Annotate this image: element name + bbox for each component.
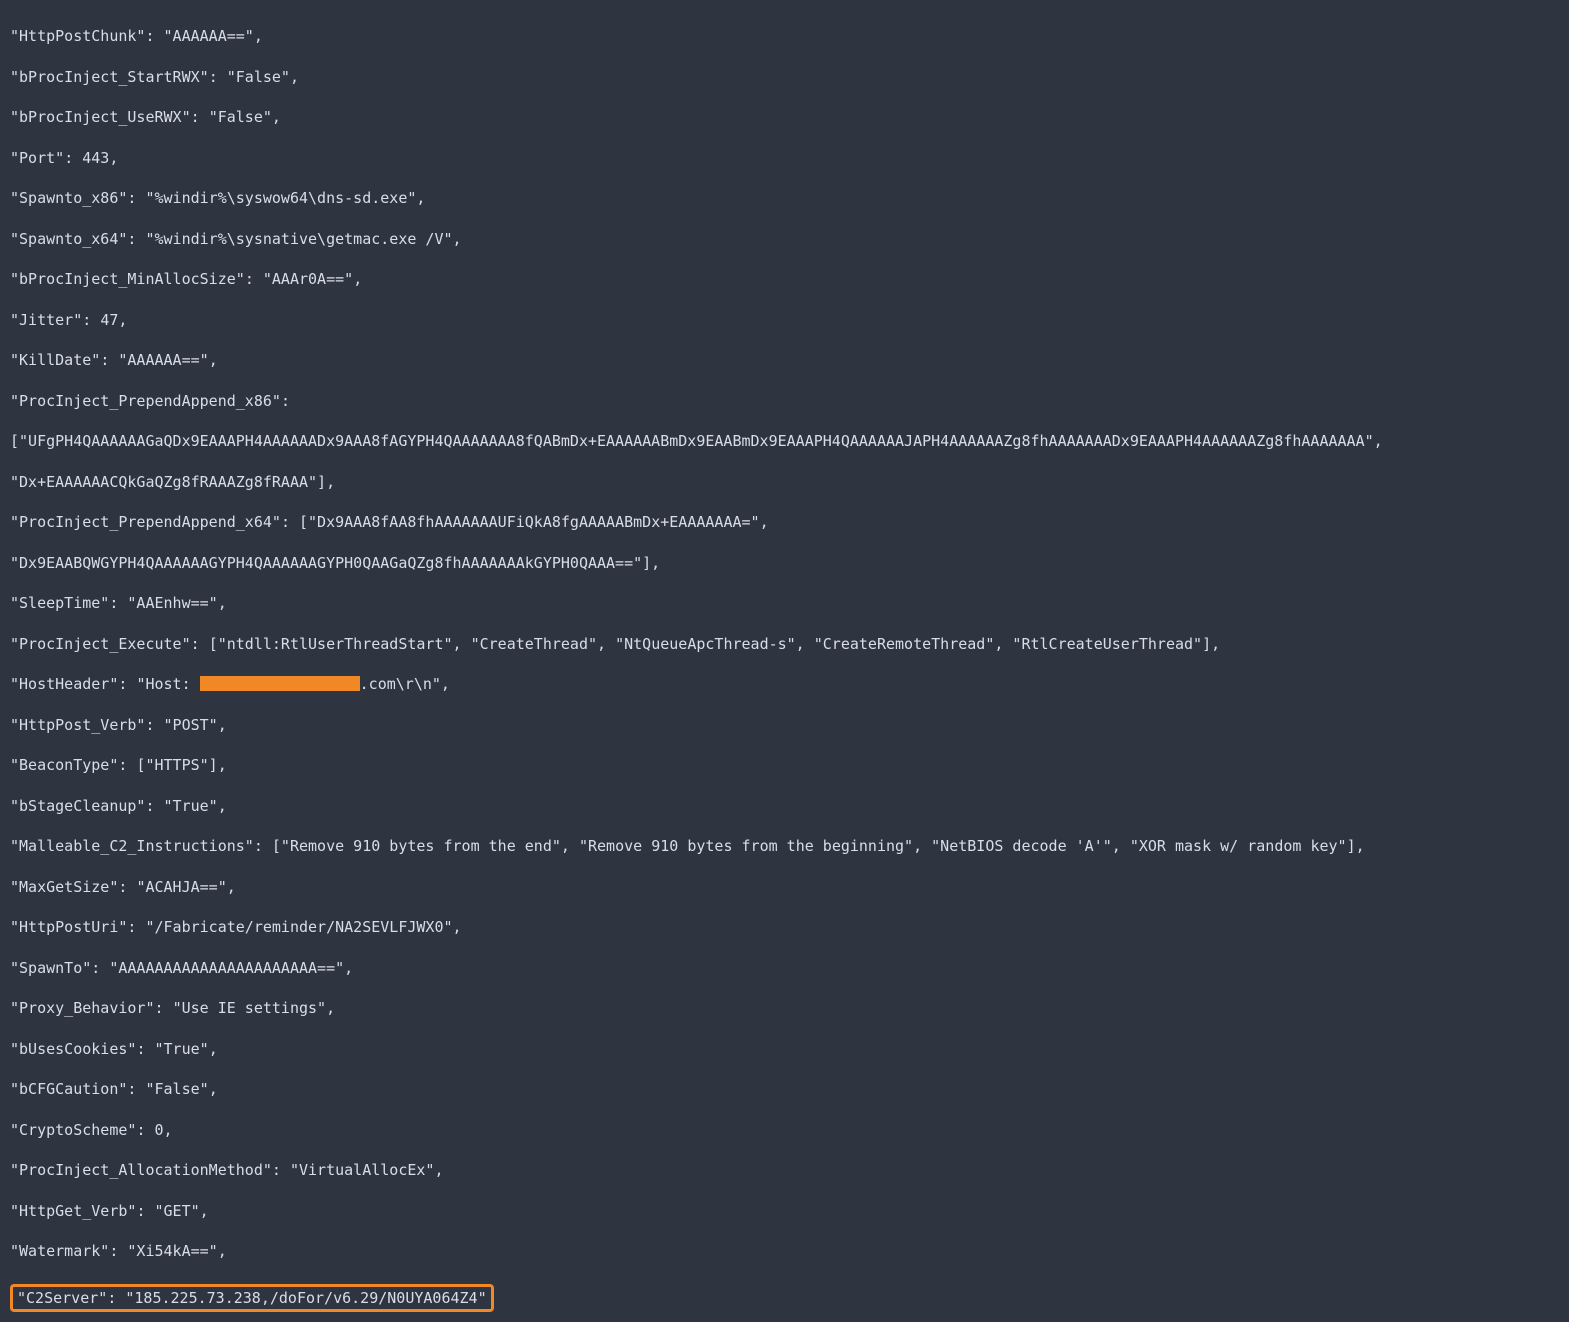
key: "Spawnto_x86": [10, 189, 127, 207]
key: "MaxGetSize": [10, 878, 118, 896]
config-line: "ProcInject_PrependAppend_x64": ["Dx9AAA…: [10, 512, 1559, 532]
config-line: "KillDate": "AAAAAA==",: [10, 350, 1559, 370]
config-line: "HostHeader": "Host: .com\r\n",: [10, 674, 1559, 694]
key: "Spawnto_x64": [10, 230, 127, 248]
key: "bProcInject_UseRWX": [10, 108, 191, 126]
value: "True": [155, 1040, 209, 1058]
key: "bCFGCaution": [10, 1080, 127, 1098]
config-line: "ProcInject_PrependAppend_x86":: [10, 391, 1559, 411]
config-line: ["UFgPH4QAAAAAAGaQDx9EAAAPH4AAAAAADx9AAA…: [10, 431, 1559, 451]
value: ["ntdll:RtlUserThreadStart", "CreateThre…: [209, 635, 1220, 653]
value: "Dx+EAAAAAACQkGaQZg8fRAAAZg8fRAAA"],: [10, 473, 335, 491]
config-line: "HttpPostUri": "/Fabricate/reminder/NA2S…: [10, 917, 1559, 937]
key: "HttpPostUri": [10, 918, 127, 936]
key: "Jitter": [10, 311, 82, 329]
value: "VirtualAllocEx": [290, 1161, 435, 1179]
key: "bStageCleanup": [10, 797, 145, 815]
highlight-box: "C2Server": "185.225.73.238,/doFor/v6.29…: [10, 1284, 494, 1312]
key: "HostHeader": [10, 675, 118, 693]
config-line: "bCFGCaution": "False",: [10, 1079, 1559, 1099]
key: "HttpPost_Verb": [10, 716, 145, 734]
config-line: "Spawnto_x86": "%windir%\syswow64\dns-sd…: [10, 188, 1559, 208]
key: "SpawnTo": [10, 959, 91, 977]
config-line: "Dx9EAABQWGYPH4QAAAAAAGYPH4QAAAAAAGYPH0Q…: [10, 553, 1559, 573]
value: "185.225.73.238,/doFor/v6.29/N0UYA064Z4": [125, 1289, 486, 1307]
key: "HttpPostChunk": [10, 27, 145, 45]
value: "False": [145, 1080, 208, 1098]
value: ["Dx9AAA8fAA8fhAAAAAAAUFiQkA8fgAAAAABmDx…: [299, 513, 769, 531]
key: "bProcInject_MinAllocSize": [10, 270, 245, 288]
value: 0: [155, 1121, 164, 1139]
config-line: "Watermark": "Xi54kA==",: [10, 1241, 1559, 1261]
config-line: "SleepTime": "AAEnhw==",: [10, 593, 1559, 613]
key: "CryptoScheme": [10, 1121, 136, 1139]
value: "Dx9EAABQWGYPH4QAAAAAAGYPH4QAAAAAAGYPH0Q…: [10, 554, 660, 572]
key: "C2Server": [17, 1289, 107, 1307]
value: "POST": [164, 716, 218, 734]
key: "ProcInject_PrependAppend_x64": [10, 513, 281, 531]
config-line: "Port": 443,: [10, 148, 1559, 168]
value: "/Fabricate/reminder/NA2SEVLFJWX0": [145, 918, 452, 936]
value: "AAAAAA==": [164, 27, 254, 45]
config-line: "Jitter": 47,: [10, 310, 1559, 330]
config-line: "CryptoScheme": 0,: [10, 1120, 1559, 1140]
value: "Xi54kA==": [127, 1242, 217, 1260]
key: "ProcInject_AllocationMethod": [10, 1161, 272, 1179]
key: "bUsesCookies": [10, 1040, 136, 1058]
value: "AAEnhw==": [127, 594, 217, 612]
key: "Malleable_C2_Instructions": [10, 837, 254, 855]
value: ["UFgPH4QAAAAAAGaQDx9EAAAPH4AAAAAADx9AAA…: [10, 432, 1383, 450]
config-line: "HttpPost_Verb": "POST",: [10, 715, 1559, 735]
value-suffix: .com\r\n",: [360, 675, 450, 693]
value: 443: [82, 149, 109, 167]
key: "Proxy_Behavior": [10, 999, 155, 1017]
config-line: "Dx+EAAAAAACQkGaQZg8fRAAAZg8fRAAA"],: [10, 472, 1559, 492]
config-line: "bUsesCookies": "True",: [10, 1039, 1559, 1059]
config-line: "SpawnTo": "AAAAAAAAAAAAAAAAAAAAAA==",: [10, 958, 1559, 978]
value: "AAAAAAAAAAAAAAAAAAAAAA==": [109, 959, 344, 977]
value: "Use IE settings": [173, 999, 327, 1017]
key: "ProcInject_Execute": [10, 635, 191, 653]
config-line: "ProcInject_Execute": ["ntdll:RtlUserThr…: [10, 634, 1559, 654]
value: "AAAAAA==": [118, 351, 208, 369]
value: 47: [100, 311, 118, 329]
value: "False": [209, 108, 272, 126]
config-line: "BeaconType": ["HTTPS"],: [10, 755, 1559, 775]
config-line: "bStageCleanup": "True",: [10, 796, 1559, 816]
key: "SleepTime": [10, 594, 109, 612]
code-block: "HttpPostChunk": "AAAAAA==", "bProcInjec…: [0, 0, 1569, 1322]
value: "%windir%\sysnative\getmac.exe /V": [145, 230, 452, 248]
value-prefix: "Host:: [136, 675, 199, 693]
config-line: "ProcInject_AllocationMethod": "VirtualA…: [10, 1160, 1559, 1180]
config-line: "Proxy_Behavior": "Use IE settings",: [10, 998, 1559, 1018]
value: ["Remove 910 bytes from the end", "Remov…: [272, 837, 1365, 855]
key: "BeaconType": [10, 756, 118, 774]
key: "Watermark": [10, 1242, 109, 1260]
key: "HttpGet_Verb": [10, 1202, 136, 1220]
key: "bProcInject_StartRWX": [10, 68, 209, 86]
value: "False": [227, 68, 290, 86]
key: "ProcInject_PrependAppend_x86": [10, 392, 281, 410]
value: "True": [164, 797, 218, 815]
config-line: "MaxGetSize": "ACAHJA==",: [10, 877, 1559, 897]
redaction-block: [200, 676, 360, 691]
config-line: "bProcInject_UseRWX": "False",: [10, 107, 1559, 127]
value: "AAAr0A==": [263, 270, 353, 288]
config-line: "bProcInject_MinAllocSize": "AAAr0A==",: [10, 269, 1559, 289]
config-line: "HttpGet_Verb": "GET",: [10, 1201, 1559, 1221]
config-line: "bProcInject_StartRWX": "False",: [10, 67, 1559, 87]
value: ["HTTPS"],: [136, 756, 226, 774]
config-line: "Malleable_C2_Instructions": ["Remove 91…: [10, 836, 1559, 856]
value: "%windir%\syswow64\dns-sd.exe": [145, 189, 416, 207]
config-line: "Spawnto_x64": "%windir%\sysnative\getma…: [10, 229, 1559, 249]
key: "Port": [10, 149, 64, 167]
value: "GET": [155, 1202, 200, 1220]
key: "KillDate": [10, 351, 100, 369]
value: "ACAHJA==": [136, 878, 226, 896]
config-line: "HttpPostChunk": "AAAAAA==",: [10, 26, 1559, 46]
